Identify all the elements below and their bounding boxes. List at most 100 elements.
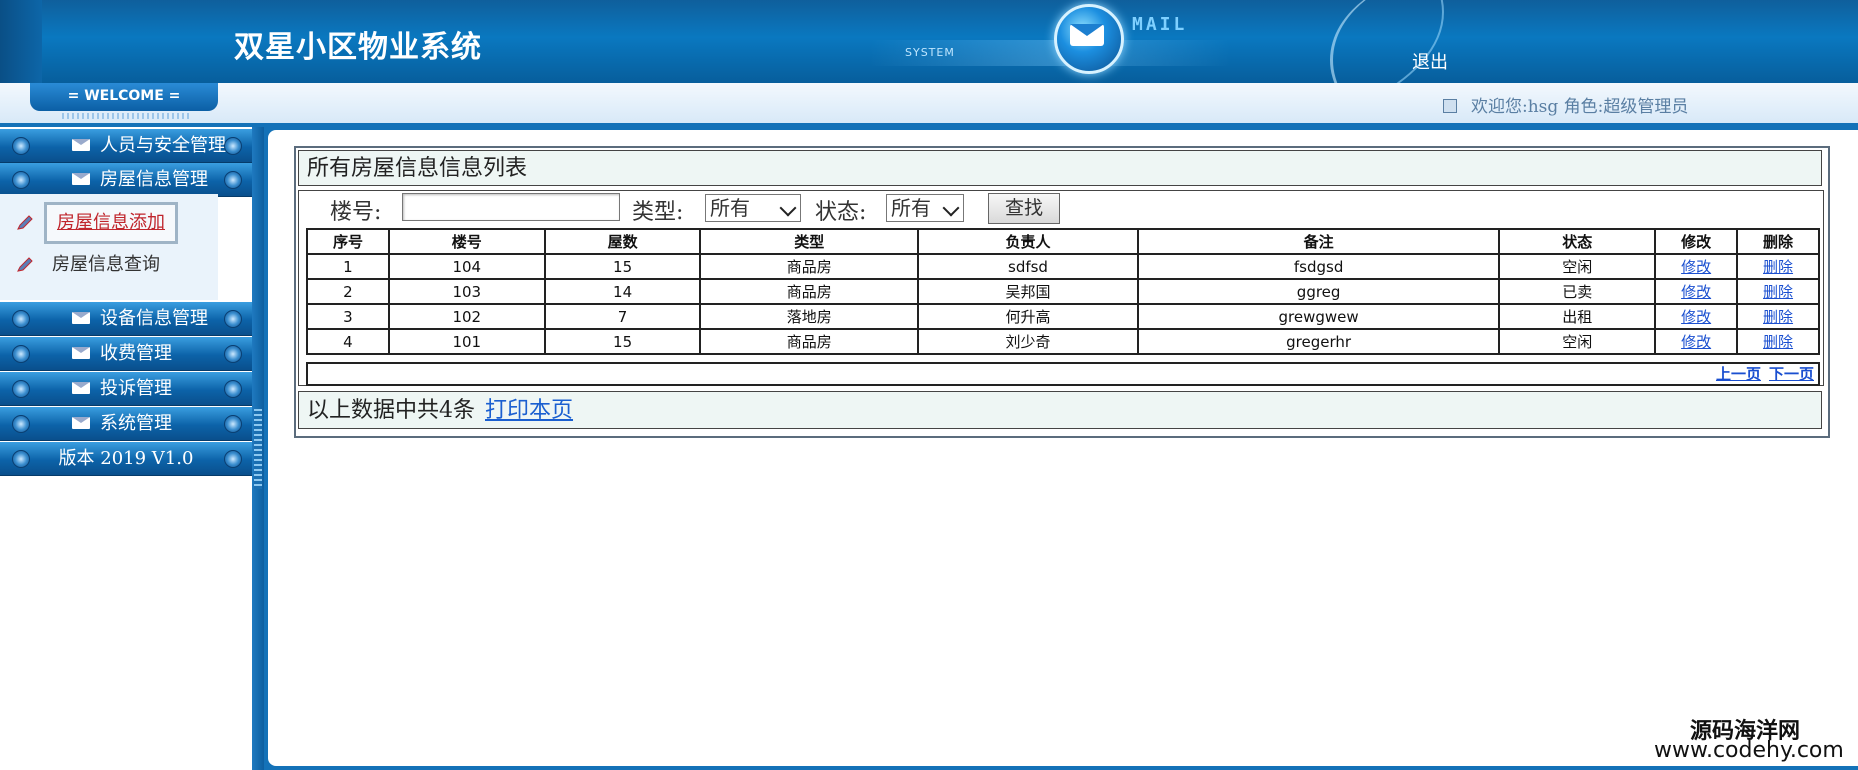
cell-type: 商品房 — [699, 253, 920, 280]
menu-complaints[interactable]: 投诉管理 — [0, 372, 252, 406]
delete-link[interactable]: 删除 — [1763, 258, 1793, 276]
sidebar-collapse-handle[interactable] — [254, 409, 262, 489]
delete-link[interactable]: 删除 — [1763, 283, 1793, 301]
welcome-dots — [62, 113, 192, 119]
user-info: 欢迎您:hsg 角色:超级管理员 — [1443, 92, 1688, 117]
edit-link[interactable]: 修改 — [1681, 283, 1711, 301]
knob-icon — [12, 310, 30, 328]
panel-title: 所有房屋信息信息列表 — [298, 150, 1822, 186]
cell-delete: 删除 — [1736, 253, 1820, 280]
edit-link[interactable]: 修改 — [1681, 258, 1711, 276]
menu-house-info[interactable]: 房屋信息管理 — [0, 163, 252, 197]
cell-building: 103 — [387, 278, 546, 305]
delete-link[interactable]: 删除 — [1763, 333, 1793, 351]
cell-index: 4 — [306, 328, 390, 355]
cell-index: 2 — [306, 278, 390, 305]
cell-delete: 删除 — [1736, 303, 1820, 330]
column-header: 状态 — [1498, 228, 1657, 255]
envelope-icon — [72, 173, 90, 185]
cell-building: 104 — [387, 253, 546, 280]
type-select[interactable]: 所有 — [705, 194, 801, 222]
cell-notes: ggreg — [1136, 278, 1501, 305]
house-table: 序号 楼号 屋数 类型 负责人 备注 状态 修改 删除 1 104 15 商品房… — [306, 228, 1820, 355]
version-label: 版本 2019 V1.0 — [58, 448, 194, 469]
submenu-label: 房屋信息查询 — [52, 254, 160, 275]
pencil-icon — [17, 257, 33, 272]
envelope-icon — [72, 347, 90, 359]
cell-type: 商品房 — [699, 328, 920, 355]
cell-building: 101 — [387, 328, 546, 355]
column-header: 修改 — [1654, 228, 1739, 255]
status-select[interactable]: 所有 — [886, 194, 964, 222]
knob-icon — [224, 310, 242, 328]
menu-label: 投诉管理 — [100, 378, 172, 399]
envelope-icon — [72, 139, 90, 151]
table-row: 3 102 7 落地房 何升高 grewgwew 出租 修改 删除 — [306, 303, 1820, 330]
cell-notes: gregerhr — [1136, 328, 1501, 355]
house-info-submenu: 房屋信息添加 房屋信息查询 — [0, 194, 218, 300]
table-row: 1 104 15 商品房 sdfsd fsdgsd 空闲 修改 删除 — [306, 253, 1820, 280]
envelope-icon — [72, 417, 90, 429]
building-input[interactable] — [402, 193, 620, 221]
logout-link[interactable]: 退出 — [1412, 48, 1448, 74]
cell-rooms: 14 — [543, 278, 702, 305]
user-info-text: 欢迎您:hsg 角色:超级管理员 — [1471, 97, 1689, 117]
pager: 上一页 下一页 — [306, 362, 1820, 386]
chevron-down-icon — [942, 199, 960, 217]
chevron-down-icon — [779, 199, 797, 217]
table-header-row: 序号 楼号 屋数 类型 负责人 备注 状态 修改 删除 — [306, 228, 1820, 255]
print-link[interactable]: 打印本页 — [485, 398, 573, 423]
menu-label: 系统管理 — [100, 413, 172, 434]
cell-rooms: 15 — [543, 253, 702, 280]
type-select-value: 所有 — [710, 196, 750, 220]
banner-arc-right — [1330, 0, 1593, 83]
knob-icon — [224, 450, 242, 468]
prev-page-link[interactable]: 上一页 — [1716, 365, 1761, 383]
menu-system[interactable]: 系统管理 — [0, 407, 252, 441]
cell-status: 空闲 — [1498, 253, 1657, 280]
cell-owner: 何升高 — [917, 303, 1139, 330]
welcome-tab: = WELCOME = — [30, 83, 218, 111]
status-select-value: 所有 — [891, 196, 931, 220]
knob-icon — [224, 380, 242, 398]
top-banner: 双星小区物业系统 SYSTEM MAIL 退出 — [0, 0, 1858, 83]
cell-owner: 刘少奇 — [917, 328, 1139, 355]
envelope-icon — [1070, 24, 1104, 46]
menu-label: 设备信息管理 — [100, 308, 208, 329]
record-count: 以上数据中共4条 — [307, 398, 475, 423]
search-button[interactable]: 查找 — [988, 193, 1060, 224]
cell-delete: 删除 — [1736, 328, 1820, 355]
menu-equipment-info[interactable]: 设备信息管理 — [0, 302, 252, 336]
submenu-label: 房屋信息添加 — [57, 212, 165, 233]
list-footer: 以上数据中共4条 打印本页 — [298, 391, 1822, 429]
edit-link[interactable]: 修改 — [1681, 308, 1711, 326]
active-item-box: 房屋信息添加 — [44, 202, 178, 244]
status-label: 状态: — [815, 200, 867, 225]
table-row: 4 101 15 商品房 刘少奇 gregerhr 空闲 修改 删除 — [306, 328, 1820, 355]
next-page-link[interactable]: 下一页 — [1769, 365, 1814, 383]
knob-icon — [224, 345, 242, 363]
cell-edit: 修改 — [1654, 253, 1739, 280]
cell-edit: 修改 — [1654, 303, 1739, 330]
menu-label: 房屋信息管理 — [100, 169, 208, 190]
menu-personnel-security[interactable]: 人员与安全管理 — [0, 129, 252, 163]
submenu-query-house[interactable]: 房屋信息查询 — [16, 250, 160, 280]
sidebar: 人员与安全管理 房屋信息管理 房屋信息添加 房屋信息查询 设备信息管理 收费管理 — [0, 127, 264, 770]
mail-label: MAIL — [1132, 14, 1188, 35]
cell-status: 空闲 — [1498, 328, 1657, 355]
table-row: 2 103 14 商品房 吴邦国 ggreg 已卖 修改 删除 — [306, 278, 1820, 305]
knob-icon — [224, 415, 242, 433]
delete-link[interactable]: 删除 — [1763, 308, 1793, 326]
cell-type: 商品房 — [699, 278, 920, 305]
column-header: 屋数 — [543, 228, 702, 255]
menu-fees[interactable]: 收费管理 — [0, 337, 252, 371]
knob-icon — [224, 137, 242, 155]
knob-icon — [12, 415, 30, 433]
edit-link[interactable]: 修改 — [1681, 333, 1711, 351]
submenu-add-house[interactable]: 房屋信息添加 — [16, 202, 178, 244]
column-header: 删除 — [1736, 228, 1820, 255]
cell-index: 1 — [306, 253, 390, 280]
cell-edit: 修改 — [1654, 278, 1739, 305]
banner-left-strip — [0, 0, 42, 83]
column-header: 类型 — [699, 228, 920, 255]
